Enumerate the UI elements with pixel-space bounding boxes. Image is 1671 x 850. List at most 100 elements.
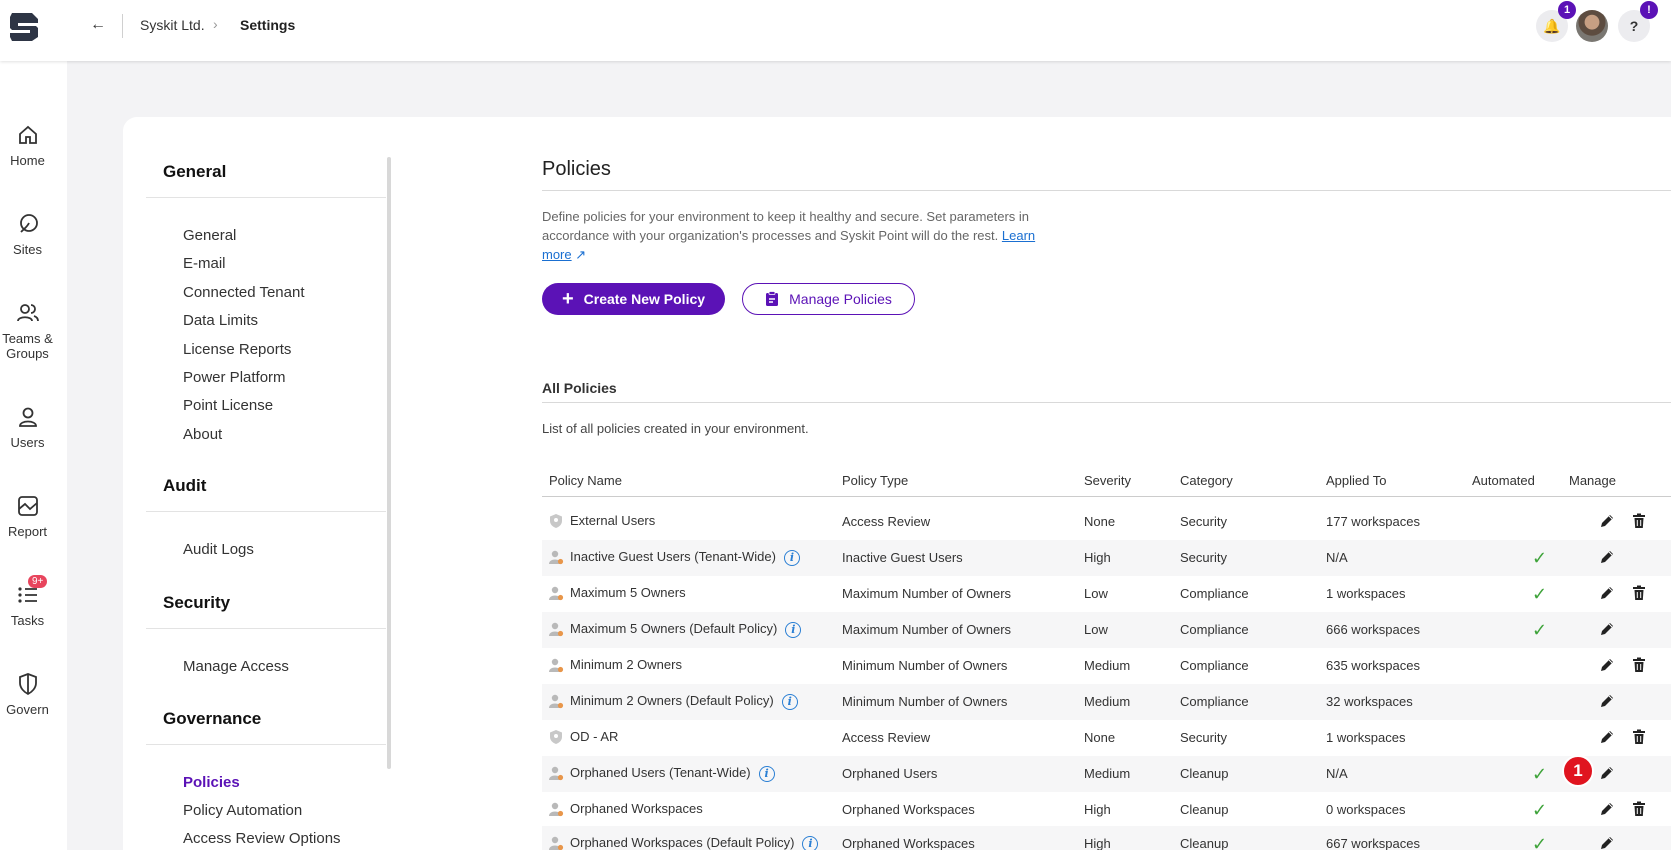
manage-policies-button[interactable]: Manage Policies bbox=[742, 283, 915, 315]
policy-name-text: Maximum 5 Owners (Default Policy) bbox=[570, 621, 778, 636]
policy-name-text: External Users bbox=[570, 513, 656, 528]
section-title-general: General bbox=[163, 162, 227, 181]
submenu-item-license-reports[interactable]: License Reports bbox=[183, 341, 291, 358]
policy-name[interactable]: Maximum 5 Owners (Default Policy) i bbox=[570, 621, 802, 638]
submenu-item-policy-automation[interactable]: Policy Automation bbox=[183, 802, 302, 819]
policy-name[interactable]: Maximum 5 Owners bbox=[570, 585, 686, 600]
create-new-policy-button[interactable]: + Create New Policy bbox=[542, 283, 725, 315]
policy-type: Access Review bbox=[842, 730, 931, 745]
column-header-applied-to[interactable]: Applied To bbox=[1326, 473, 1386, 488]
edit-pencil-icon[interactable] bbox=[1599, 513, 1615, 529]
table-row[interactable]: Maximum 5 Owners (Default Policy) i Maximu… bbox=[542, 612, 1671, 648]
back-arrow-icon[interactable]: ← bbox=[90, 16, 106, 34]
nav-item-govern[interactable]: Govern bbox=[0, 672, 55, 717]
checkmark-icon: ✓ bbox=[1532, 800, 1548, 820]
edit-pencil-icon[interactable] bbox=[1599, 621, 1615, 637]
submenu-scrollbar[interactable] bbox=[387, 157, 391, 769]
section-title-audit: Audit bbox=[163, 476, 207, 495]
syskit-logo[interactable] bbox=[6, 9, 42, 43]
breadcrumb-org[interactable]: Syskit Ltd. bbox=[140, 17, 205, 33]
edit-pencil-icon[interactable] bbox=[1599, 729, 1615, 745]
policy-applied-to: 635 workspaces bbox=[1326, 658, 1420, 673]
policy-person-icon bbox=[549, 836, 564, 850]
submenu-item-manage-access[interactable]: Manage Access bbox=[183, 658, 289, 675]
help-button[interactable]: ? ! bbox=[1618, 1, 1658, 42]
submenu-item-about[interactable]: About bbox=[183, 426, 222, 443]
info-icon[interactable]: i bbox=[785, 621, 802, 638]
table-row[interactable]: Maximum 5 Owners Maximum Number of Owners… bbox=[542, 576, 1671, 612]
clipboard-icon bbox=[766, 291, 779, 306]
policy-name[interactable]: Orphaned Users (Tenant-Wide) i bbox=[570, 765, 775, 782]
nav-item-users[interactable]: Users bbox=[0, 405, 55, 450]
submenu-item-audit-logs[interactable]: Audit Logs bbox=[183, 541, 254, 558]
notifications-button[interactable]: 🔔 1 bbox=[1536, 1, 1576, 42]
policy-category: Security bbox=[1180, 730, 1227, 745]
divider bbox=[146, 197, 386, 198]
submenu-item-connected-tenant[interactable]: Connected Tenant bbox=[183, 284, 305, 301]
policy-severity: Medium bbox=[1084, 694, 1131, 709]
policy-name[interactable]: Minimum 2 Owners (Default Policy) i bbox=[570, 693, 798, 710]
column-header-severity[interactable]: Severity bbox=[1084, 473, 1131, 488]
policy-type: Inactive Guest Users bbox=[842, 550, 963, 565]
trash-icon[interactable] bbox=[1632, 513, 1646, 529]
edit-pencil-icon[interactable] bbox=[1599, 765, 1615, 781]
trash-icon[interactable] bbox=[1632, 729, 1646, 745]
policy-name[interactable]: External Users bbox=[570, 513, 655, 528]
column-header-category[interactable]: Category bbox=[1180, 473, 1233, 488]
nav-label: Users bbox=[10, 435, 45, 450]
policy-name[interactable]: Orphaned Workspaces (Default Policy) i bbox=[570, 835, 819, 850]
info-icon[interactable]: i bbox=[758, 765, 775, 782]
table-row[interactable]: OD - AR Access Review None Security 1 worksp… bbox=[542, 720, 1671, 756]
submenu-item-point-license[interactable]: Point License bbox=[183, 397, 273, 414]
edit-pencil-icon[interactable] bbox=[1599, 835, 1615, 850]
divider bbox=[542, 190, 1671, 191]
submenu-item-email[interactable]: E-mail bbox=[183, 255, 226, 272]
table-row[interactable]: Minimum 2 Owners Minimum Number of Owners… bbox=[542, 648, 1671, 684]
trash-icon[interactable] bbox=[1632, 585, 1646, 601]
policy-severity: High bbox=[1084, 836, 1111, 850]
policy-name[interactable]: Orphaned Workspaces bbox=[570, 801, 703, 816]
policy-name[interactable]: OD - AR bbox=[570, 729, 618, 744]
submenu-item-power-platform[interactable]: Power Platform bbox=[183, 369, 286, 386]
table-row[interactable]: External Users Access Review None Security 1… bbox=[542, 504, 1671, 540]
edit-pencil-icon[interactable] bbox=[1599, 549, 1615, 565]
column-header-policy-type[interactable]: Policy Type bbox=[842, 473, 908, 488]
avatar[interactable] bbox=[1576, 10, 1608, 42]
info-icon[interactable]: i bbox=[781, 693, 798, 710]
policy-name-text: Minimum 2 Owners bbox=[570, 657, 682, 672]
policy-severity: Medium bbox=[1084, 658, 1131, 673]
policy-category: Compliance bbox=[1180, 694, 1249, 709]
nav-item-home[interactable]: Home bbox=[0, 123, 55, 168]
policy-name[interactable]: Inactive Guest Users (Tenant-Wide) i bbox=[570, 549, 800, 566]
submenu-item-policies[interactable]: Policies bbox=[183, 774, 240, 791]
policy-person-icon bbox=[549, 766, 564, 781]
report-icon bbox=[17, 496, 38, 516]
edit-pencil-icon[interactable] bbox=[1599, 585, 1615, 601]
submenu-item-access-review-options[interactable]: Access Review Options bbox=[183, 830, 341, 847]
checkmark-icon: ✓ bbox=[1532, 834, 1548, 850]
table-row[interactable]: Minimum 2 Owners (Default Policy) i Minimu… bbox=[542, 684, 1671, 720]
submenu-item-general[interactable]: General bbox=[183, 227, 236, 244]
column-header-automated[interactable]: Automated bbox=[1472, 473, 1535, 488]
table-row[interactable]: Inactive Guest Users (Tenant-Wide) i Inact… bbox=[542, 540, 1671, 576]
nav-item-tasks[interactable]: 9+ Tasks bbox=[0, 575, 55, 628]
table-row[interactable]: Orphaned Workspaces (Default Policy) i Orp… bbox=[542, 826, 1671, 850]
nav-item-report[interactable]: Report bbox=[0, 494, 55, 539]
trash-icon[interactable] bbox=[1632, 657, 1646, 673]
policy-applied-to: N/A bbox=[1326, 766, 1348, 781]
column-header-policy-name[interactable]: Policy Name bbox=[549, 473, 622, 488]
info-icon[interactable]: i bbox=[783, 549, 800, 566]
edit-pencil-icon[interactable] bbox=[1599, 657, 1615, 673]
trash-icon[interactable] bbox=[1632, 801, 1646, 817]
policy-shield-icon bbox=[550, 730, 562, 744]
nav-item-teams-groups[interactable]: Teams & Groups bbox=[0, 301, 55, 361]
table-row[interactable]: Orphaned Users (Tenant-Wide) i Orphaned Us… bbox=[542, 756, 1671, 792]
policy-name[interactable]: Minimum 2 Owners bbox=[570, 657, 682, 672]
nav-item-sites[interactable]: Sites bbox=[0, 212, 55, 257]
nav-label: Sites bbox=[13, 242, 42, 257]
edit-pencil-icon[interactable] bbox=[1599, 801, 1615, 817]
submenu-item-data-limits[interactable]: Data Limits bbox=[183, 312, 258, 329]
edit-pencil-icon[interactable] bbox=[1599, 693, 1615, 709]
table-row[interactable]: Orphaned Workspaces Orphaned Workspaces Hi… bbox=[542, 792, 1671, 828]
info-icon[interactable]: i bbox=[802, 835, 819, 850]
